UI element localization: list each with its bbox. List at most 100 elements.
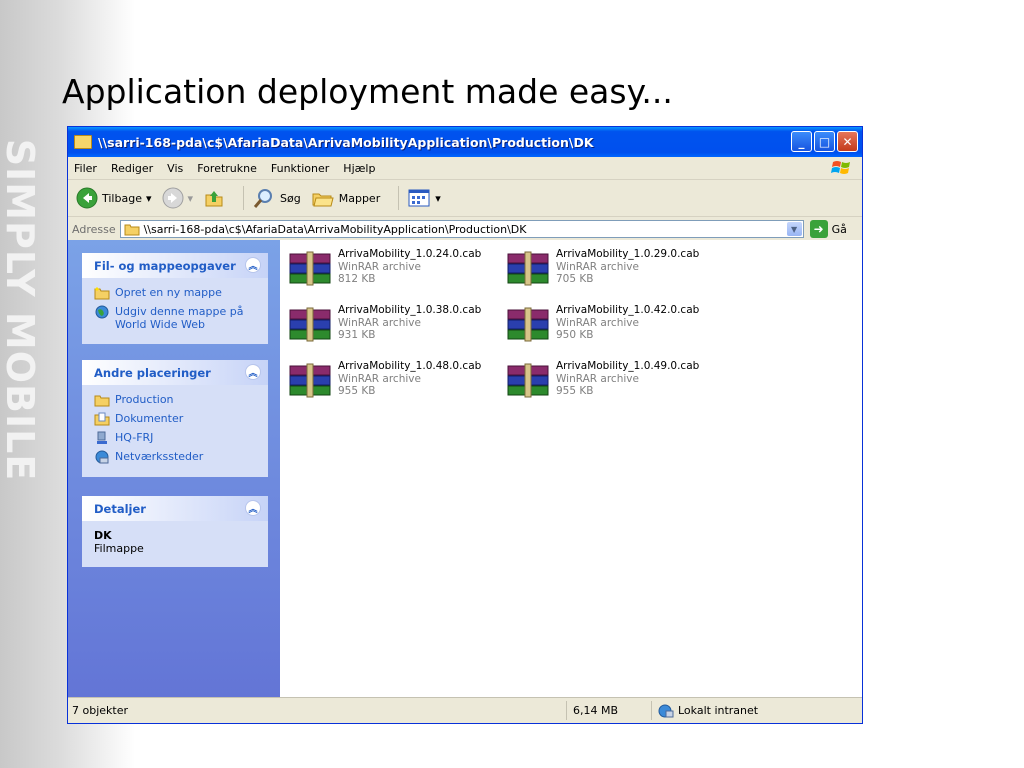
task-publish-web[interactable]: Udgiv denne mappe på World Wide Web — [94, 305, 258, 331]
forward-dropdown-icon[interactable]: ▾ — [188, 192, 194, 205]
window-controls: _ □ ✕ — [791, 131, 858, 152]
file-type: WinRAR archive — [556, 317, 639, 329]
go-arrow-icon[interactable]: ➜ — [809, 220, 828, 238]
file-type: WinRAR archive — [556, 373, 639, 385]
file-tasks-header[interactable]: Fil- og mappeopgaver ︽ — [82, 253, 268, 278]
folders-button[interactable]: Mapper — [311, 187, 380, 209]
winrar-archive-icon — [507, 251, 549, 286]
file-list: ArrivaMobility_1.0.24.0.cab WinRAR archi… — [280, 240, 862, 697]
file-name: ArrivaMobility_1.0.29.0.cab — [556, 248, 700, 260]
search-icon — [253, 189, 273, 208]
task-new-folder-label: Opret en ny mappe — [115, 286, 222, 299]
search-button[interactable]: Søg — [252, 187, 301, 209]
collapse-icon[interactable]: ︽ — [245, 257, 261, 273]
file-type: WinRAR archive — [338, 261, 421, 273]
menu-funktioner[interactable]: Funktioner — [271, 162, 329, 175]
other-places-title: Andre placeringer — [94, 365, 211, 380]
window-title: \\sarri-168-pda\c$\AfariaData\ArrivaMobi… — [98, 134, 594, 150]
file-size: 955 KB — [556, 385, 594, 397]
close-button[interactable]: ✕ — [837, 131, 858, 152]
place-production[interactable]: Production — [94, 393, 258, 407]
task-publish-web-label: Udgiv denne mappe på World Wide Web — [115, 305, 244, 331]
file-tasks-body: Opret en ny mappe Udgiv denne mappe på W… — [82, 278, 268, 344]
collapse-icon[interactable]: ︽ — [245, 364, 261, 380]
network-places-icon — [95, 450, 109, 464]
place-hq-frj-label: HQ-FRJ — [115, 431, 154, 444]
place-documents-label: Dokumenter — [115, 412, 184, 425]
other-places-body: Production Dokumenter HQ-FRJ Netværksste… — [82, 385, 268, 477]
status-object-count: 7 objekter — [72, 704, 129, 717]
toolbar-separator — [243, 186, 245, 210]
file-type: WinRAR archive — [556, 261, 639, 273]
address-value: \\sarri-168-pda\c$\AfariaData\ArrivaMobi… — [143, 222, 527, 236]
folders-icon — [312, 193, 334, 207]
new-folder-icon — [94, 287, 110, 300]
views-dropdown-icon[interactable]: ▾ — [435, 192, 441, 205]
up-folder-button[interactable] — [203, 187, 225, 209]
status-zone: Lokalt intranet — [651, 701, 758, 720]
minimize-button[interactable]: _ — [791, 131, 812, 152]
file-item[interactable]: ArrivaMobility_1.0.24.0.cab WinRAR archi… — [288, 248, 498, 298]
forward-arrow-icon — [162, 187, 183, 209]
winrar-archive-icon — [289, 251, 331, 286]
status-bar: 7 objekter 6,14 MB Lokalt intranet — [68, 697, 862, 723]
address-input[interactable]: \\sarri-168-pda\c$\AfariaData\ArrivaMobi… — [119, 220, 804, 238]
file-tasks-title: Fil- og mappeopgaver — [94, 258, 236, 273]
collapse-icon[interactable]: ︽ — [245, 500, 261, 516]
file-size: 950 KB — [556, 329, 594, 341]
menu-rediger[interactable]: Rediger — [111, 162, 153, 175]
views-button[interactable]: ▾ — [407, 187, 441, 209]
menu-foretrukne[interactable]: Foretrukne — [197, 162, 257, 175]
views-icon — [408, 189, 430, 207]
file-size: 955 KB — [338, 385, 376, 397]
details-type: Filmappe — [94, 542, 144, 555]
folder-icon — [74, 135, 92, 149]
address-label: Adresse — [72, 222, 116, 236]
file-name: ArrivaMobility_1.0.49.0.cab — [556, 360, 700, 372]
address-bar: Adresse \\sarri-168-pda\c$\AfariaData\Ar… — [68, 217, 862, 242]
back-button[interactable]: Tilbage ▾ — [76, 187, 152, 209]
toolbar-separator — [398, 186, 400, 210]
slide-side-watermark: SIMPLY MOBILE — [0, 138, 42, 482]
place-network[interactable]: Netværkssteder — [94, 450, 258, 464]
maximize-button[interactable]: □ — [814, 131, 835, 152]
status-size: 6,14 MB — [566, 701, 651, 720]
toolbar: Tilbage ▾ ▾ Søg Mapper ▾ — [68, 180, 862, 217]
details-body: DK Filmappe — [82, 521, 268, 567]
menu-filer[interactable]: Filer — [74, 162, 97, 175]
folder-icon — [94, 395, 110, 407]
details-header[interactable]: Detaljer ︽ — [82, 496, 268, 521]
file-item[interactable]: ArrivaMobility_1.0.42.0.cab WinRAR archi… — [506, 304, 716, 354]
file-item[interactable]: ArrivaMobility_1.0.49.0.cab WinRAR archi… — [506, 360, 716, 410]
place-documents[interactable]: Dokumenter — [94, 412, 258, 426]
address-dropdown-icon[interactable]: ▼ — [786, 222, 802, 236]
winrar-archive-icon — [507, 363, 549, 398]
forward-button[interactable]: ▾ — [162, 187, 194, 209]
file-name: ArrivaMobility_1.0.48.0.cab — [338, 360, 482, 372]
file-item[interactable]: ArrivaMobility_1.0.38.0.cab WinRAR archi… — [288, 304, 498, 354]
winrar-archive-icon — [507, 307, 549, 342]
details-title: Detaljer — [94, 501, 146, 516]
winrar-archive-icon — [289, 363, 331, 398]
task-pane: Fil- og mappeopgaver ︽ Opret en ny mappe — [68, 240, 280, 697]
place-hq-frj[interactable]: HQ-FRJ — [94, 431, 258, 445]
status-size-value: 6,14 MB — [573, 704, 619, 717]
file-item[interactable]: ArrivaMobility_1.0.29.0.cab WinRAR archi… — [506, 248, 716, 298]
back-dropdown-icon[interactable]: ▾ — [146, 192, 152, 205]
file-size: 705 KB — [556, 273, 594, 285]
go-button[interactable]: Gå — [832, 223, 847, 236]
other-places-panel: Andre placeringer ︽ Production Dokumente… — [82, 360, 268, 477]
documents-folder-icon — [94, 412, 110, 426]
other-places-header[interactable]: Andre placeringer ︽ — [82, 360, 268, 385]
menu-hjaelp[interactable]: Hjælp — [343, 162, 375, 175]
file-name: ArrivaMobility_1.0.42.0.cab — [556, 304, 700, 316]
title-bar[interactable]: \\sarri-168-pda\c$\AfariaData\ArrivaMobi… — [68, 127, 862, 157]
back-arrow-icon — [76, 187, 98, 209]
file-size: 931 KB — [338, 329, 376, 341]
place-network-label: Netværkssteder — [115, 450, 204, 463]
file-name: ArrivaMobility_1.0.24.0.cab — [338, 248, 482, 260]
file-item[interactable]: ArrivaMobility_1.0.48.0.cab WinRAR archi… — [288, 360, 498, 410]
menu-bar: Filer Rediger Vis Foretrukne Funktioner … — [68, 157, 862, 180]
menu-vis[interactable]: Vis — [167, 162, 183, 175]
task-new-folder[interactable]: Opret en ny mappe — [94, 286, 258, 300]
